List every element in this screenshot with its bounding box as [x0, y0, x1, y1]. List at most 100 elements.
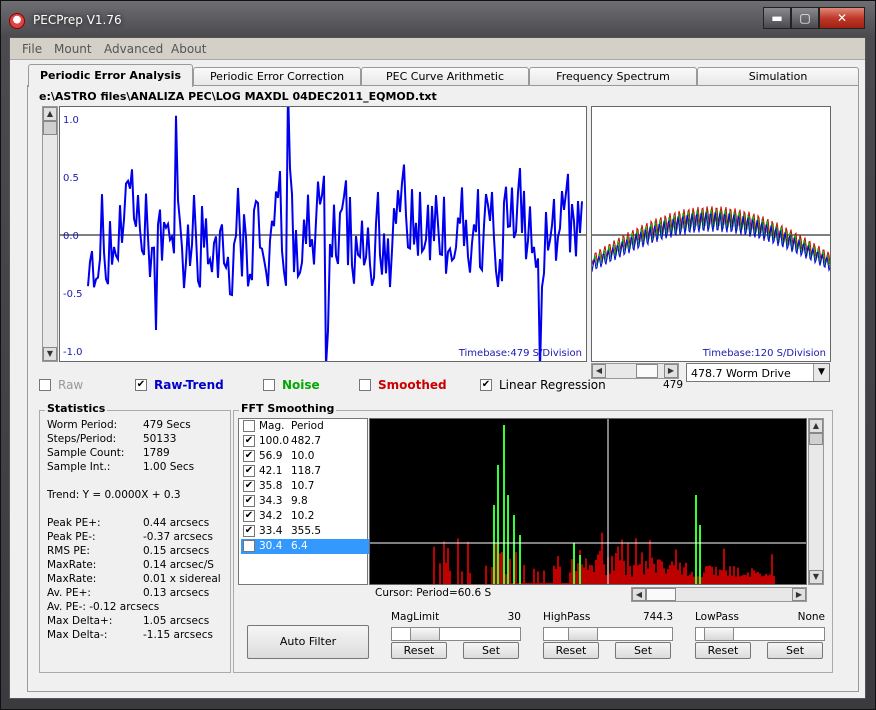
- scroll-down-icon[interactable]: ▼: [809, 570, 823, 584]
- stat-value: 1789: [143, 447, 170, 459]
- filter-label: LowPass: [695, 611, 739, 623]
- menu-file[interactable]: File: [22, 42, 42, 56]
- checkbox-label: Smoothed: [378, 378, 447, 392]
- window-title: PECPrep V1.76: [33, 13, 122, 27]
- stat-value: -1.15 arcsecs: [143, 629, 213, 641]
- file-path: e:\ASTRO files\ANALIZA PEC\LOG MAXDL 04D…: [39, 90, 437, 103]
- y-tick-label: 1.0: [63, 115, 79, 126]
- minimize-button[interactable]: ▬: [763, 7, 791, 29]
- scroll-up-icon[interactable]: ▲: [809, 419, 823, 433]
- fft-row-checkbox[interactable]: ✔: [243, 465, 255, 477]
- scroll-thumb[interactable]: [43, 121, 57, 135]
- app-icon: [9, 13, 25, 29]
- scroll-thumb[interactable]: [809, 433, 823, 445]
- scroll-left-icon[interactable]: ◀: [632, 588, 646, 601]
- scroll-up-icon[interactable]: ▲: [43, 107, 57, 121]
- fft-component-list[interactable]: Mag. Period ✔ 100.0 482.7 ✔ 56.9 10.0 ✔ 42.1 118…: [238, 418, 369, 585]
- tab-frequency-spectrum[interactable]: Frequency Spectrum: [529, 67, 697, 86]
- scroll-right-icon[interactable]: ▶: [792, 588, 806, 601]
- checkbox-label: Noise: [282, 378, 320, 392]
- header-checkbox[interactable]: [243, 420, 255, 432]
- filter-reset-button[interactable]: Reset: [695, 642, 751, 659]
- close-button[interactable]: ✕: [819, 7, 865, 29]
- fft-row-checkbox[interactable]: ✔: [243, 450, 255, 462]
- plot-vertical-scrollbar[interactable]: ▲ ▼: [42, 106, 58, 362]
- fft-row-period: 10.2: [291, 510, 315, 522]
- scroll-left-icon[interactable]: ◀: [592, 364, 606, 378]
- filter-set-button[interactable]: Set: [767, 642, 823, 659]
- fft-row-checkbox[interactable]: ✔: [243, 480, 255, 492]
- checkbox-raw[interactable]: [39, 379, 51, 391]
- tab-pec-curve-arithmetic[interactable]: PEC Curve Arithmetic: [361, 67, 529, 86]
- auto-filter-button[interactable]: Auto Filter: [247, 625, 369, 659]
- application-window: PECPrep V1.76 ▬ ▢ ✕ File Mount Advanced …: [0, 0, 876, 710]
- checkbox-smoothed[interactable]: [359, 379, 371, 391]
- stat-label: Peak PE+:: [47, 517, 101, 529]
- menu-about[interactable]: About: [171, 42, 206, 56]
- stat-value: 50133: [143, 433, 177, 445]
- spectrum-horizontal-scrollbar[interactable]: ◀ ▶: [631, 587, 807, 602]
- fft-row-magnitude: 35.8: [259, 480, 283, 492]
- side-timebase-label: Timebase:120 S/Division: [702, 348, 826, 359]
- filter-slider[interactable]: [695, 627, 825, 641]
- filter-reset-button[interactable]: Reset: [391, 642, 447, 659]
- pe-main-plot[interactable]: 1.0 0.5 0.0 -0.5 -1.0 Timebase:479 S/Divisio…: [59, 106, 587, 362]
- slider-thumb[interactable]: [704, 627, 734, 641]
- fft-row-checkbox[interactable]: ✔: [243, 540, 255, 552]
- filter-slider[interactable]: [391, 627, 521, 641]
- av-pe-minus: Av. PE-: -0.12 arcsecs: [47, 601, 160, 613]
- fft-spectrum-plot[interactable]: [369, 418, 807, 585]
- fft-row-magnitude: 34.3: [259, 495, 283, 507]
- fft-component-row[interactable]: ✔ 34.3 9.8: [241, 494, 369, 509]
- fft-component-row[interactable]: ✔ 100.0 482.7: [241, 434, 369, 449]
- filter-set-button[interactable]: Set: [615, 642, 671, 659]
- slider-thumb[interactable]: [568, 627, 598, 641]
- fft-list-header: Mag. Period: [241, 419, 369, 434]
- menu-advanced[interactable]: Advanced: [104, 42, 163, 56]
- fft-row-period: 118.7: [291, 465, 322, 477]
- fft-component-row[interactable]: ✔ 42.1 118.7: [241, 464, 369, 479]
- stat-label: Steps/Period:: [47, 433, 117, 445]
- y-tick-label: -1.0: [63, 347, 83, 358]
- filter-set-button[interactable]: Set: [463, 642, 519, 659]
- header-period: Period: [291, 420, 324, 432]
- scroll-right-icon[interactable]: ▶: [664, 364, 678, 378]
- fft-row-checkbox[interactable]: ✔: [243, 510, 255, 522]
- scroll-down-icon[interactable]: ▼: [43, 347, 57, 361]
- checkbox-linear-regression[interactable]: ✔: [480, 379, 492, 391]
- fft-component-row[interactable]: ✔ 34.2 10.2: [241, 509, 369, 524]
- tab-periodic-error-correction[interactable]: Periodic Error Correction: [193, 67, 361, 86]
- fft-component-row[interactable]: ✔ 56.9 10.0: [241, 449, 369, 464]
- filter-reset-button[interactable]: Reset: [543, 642, 599, 659]
- pe-worm-plot[interactable]: Timebase:120 S/Division: [591, 106, 831, 362]
- trend-equation: Trend: Y = 0.0000X + 0.3: [47, 489, 181, 501]
- checkbox-label: Raw: [58, 378, 84, 392]
- tab-simulation[interactable]: Simulation: [697, 67, 859, 86]
- checkbox-noise[interactable]: [263, 379, 275, 391]
- fft-row-magnitude: 34.2: [259, 510, 283, 522]
- worm-period-scrollbar[interactable]: ◀ ▶: [591, 363, 679, 379]
- tab-periodic-error-analysis[interactable]: Periodic Error Analysis: [28, 64, 193, 87]
- fft-row-period: 9.8: [291, 495, 308, 507]
- stat-value: 0.01 x sidereal: [143, 573, 221, 585]
- checkbox-raw-trend[interactable]: ✔: [135, 379, 147, 391]
- menu-mount[interactable]: Mount: [54, 42, 92, 56]
- spectrum-vertical-scrollbar[interactable]: ▲ ▼: [808, 418, 824, 585]
- fft-row-checkbox[interactable]: ✔: [243, 495, 255, 507]
- fft-row-checkbox[interactable]: ✔: [243, 525, 255, 537]
- title-bar[interactable]: PECPrep V1.76 ▬ ▢ ✕: [1, 1, 876, 37]
- fft-component-row[interactable]: ✔ 30.4 6.4: [241, 539, 369, 554]
- scroll-thumb[interactable]: [646, 588, 676, 601]
- maximize-button[interactable]: ▢: [791, 7, 819, 29]
- menu-bar: File Mount Advanced About: [10, 38, 865, 60]
- chevron-down-icon[interactable]: ▼: [813, 364, 829, 381]
- scroll-thumb[interactable]: [636, 364, 658, 378]
- worm-drive-dropdown[interactable]: 478.7 Worm Drive ▼: [686, 363, 830, 382]
- tab-strip: Periodic Error Analysis Periodic Error C…: [10, 64, 865, 87]
- fft-row-checkbox[interactable]: ✔: [243, 435, 255, 447]
- fft-component-row[interactable]: ✔ 35.8 10.7: [241, 479, 369, 494]
- filter-slider[interactable]: [543, 627, 673, 641]
- slider-thumb[interactable]: [410, 627, 440, 641]
- filter-value: 30: [507, 611, 521, 623]
- fft-component-row[interactable]: ✔ 33.4 355.5: [241, 524, 369, 539]
